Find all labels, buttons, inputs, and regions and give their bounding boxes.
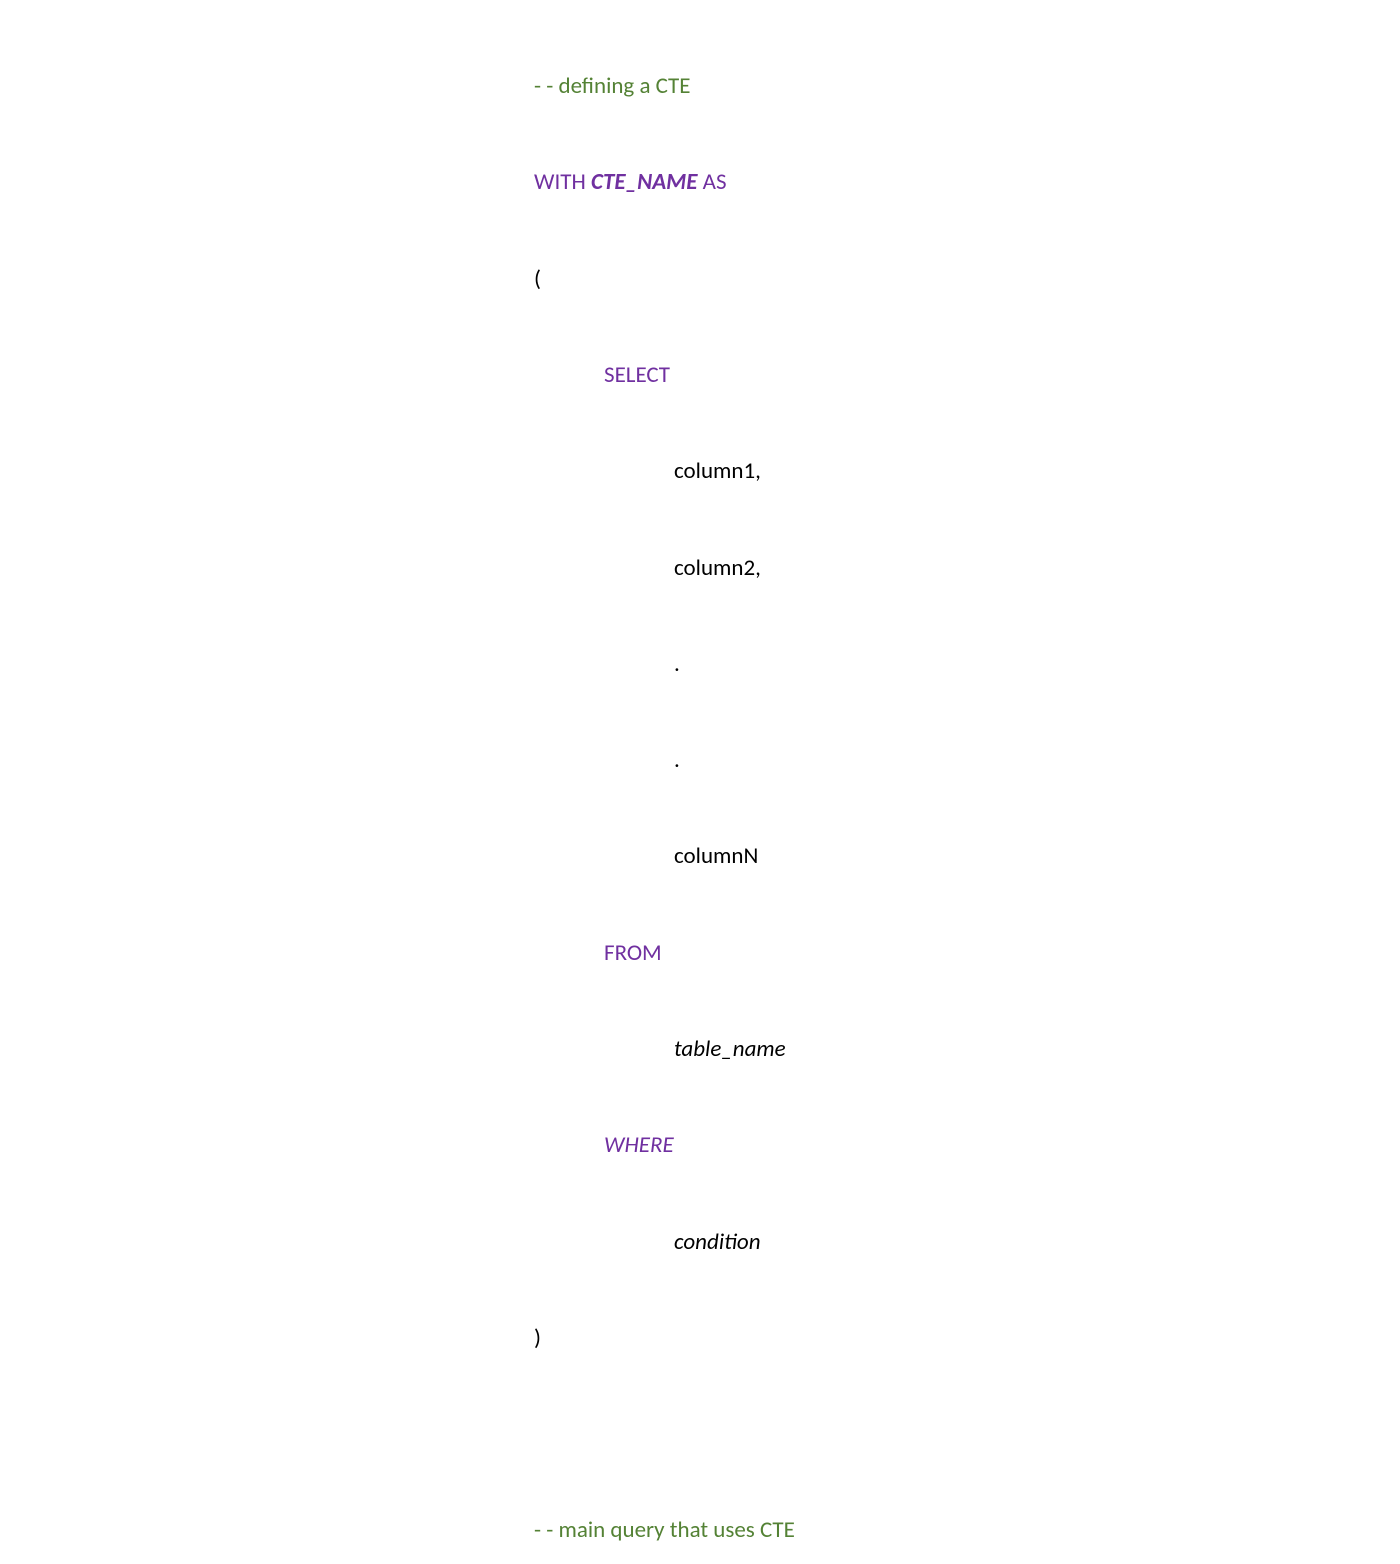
close-paren: ) (534, 1324, 541, 1352)
keyword-with: WITH (534, 168, 591, 196)
inner-dot2: . (674, 746, 680, 774)
keyword-where: WHERE (604, 1131, 674, 1159)
inner-dot1: . (674, 650, 680, 678)
table-name: table_name (674, 1035, 786, 1063)
comment-defining-cte: - - defining a CTE (534, 72, 691, 100)
inner-column1: column1, (674, 457, 761, 485)
keyword-from-inner: FROM (604, 939, 662, 967)
keyword-select-inner: SELECT (604, 361, 670, 389)
keyword-as: AS (697, 168, 726, 196)
inner-column2: column2, (674, 554, 761, 582)
inner-columnN: columnN (674, 842, 758, 870)
where-condition: condition (674, 1228, 761, 1256)
blank-line (534, 1420, 539, 1448)
open-paren: ( (534, 265, 541, 293)
comment-main-query: - - main query that uses CTE (534, 1516, 795, 1544)
cte-name-declaration: CTE_NAME (591, 168, 697, 196)
sql-code-block: - - defining a CTE WITH CTE_NAME AS ( SE… (534, 6, 795, 1564)
